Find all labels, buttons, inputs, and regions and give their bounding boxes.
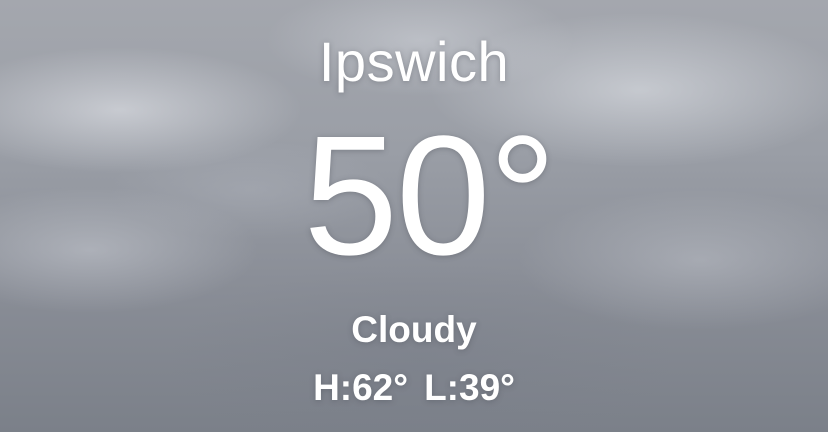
weather-condition: Cloudy [351, 309, 477, 350]
high-low-temperatures: H:62° L:39° [0, 366, 828, 410]
city-name: Ipswich [318, 30, 510, 93]
weather-summary: Ipswich 50° Cloudy H:62° L:39° [0, 0, 828, 432]
low-temperature: L:39° [424, 367, 515, 408]
high-temperature: H:62° [313, 367, 409, 408]
current-temperature: 50° [303, 101, 556, 291]
